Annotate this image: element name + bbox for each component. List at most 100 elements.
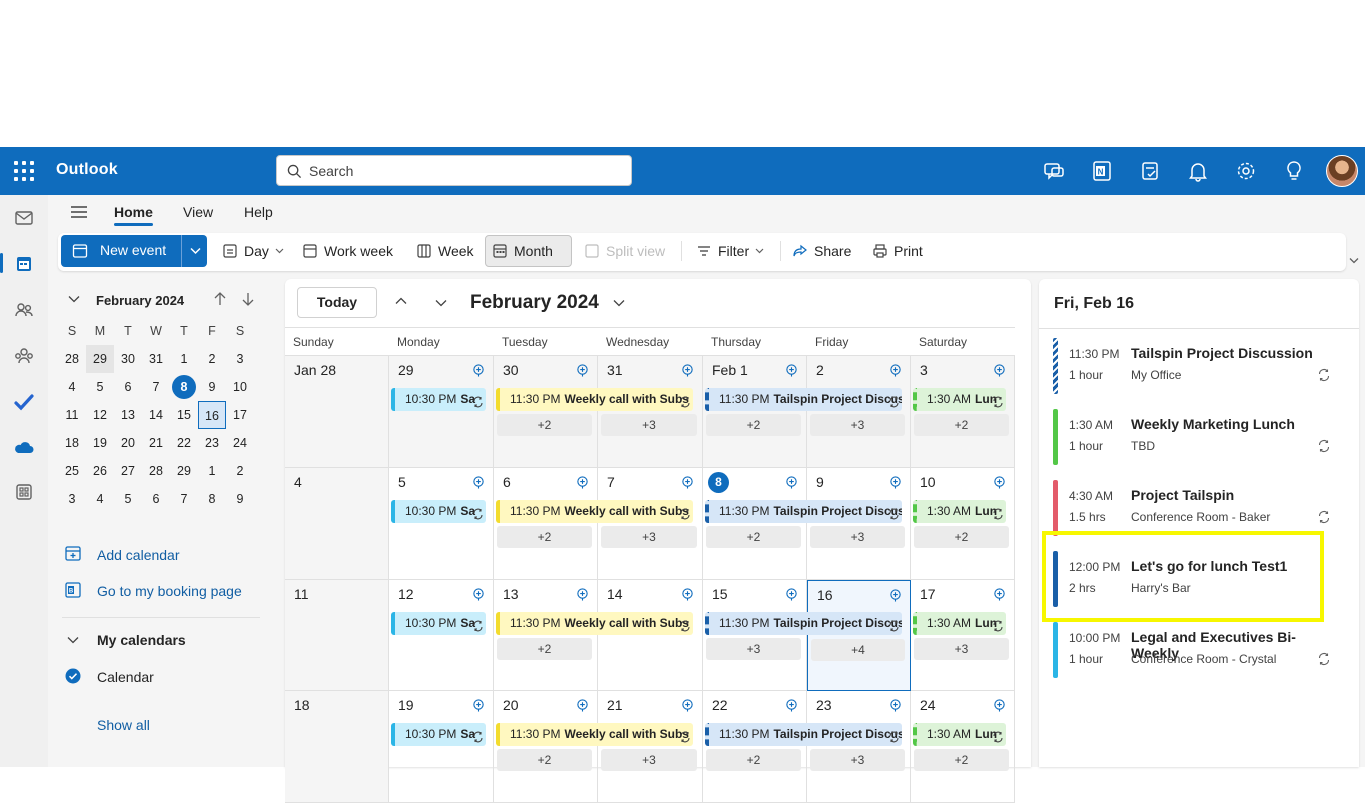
checkmark-circle-icon[interactable] [65, 668, 81, 684]
day-cell[interactable]: 31 +3 [598, 356, 703, 468]
mini-calendar-day[interactable]: 28 [142, 457, 170, 485]
tab-help[interactable]: Help [244, 204, 273, 220]
event-tue_wed[interactable]: 11:30 PM Weekly call with Subs [496, 612, 693, 635]
day-cell[interactable]: 22 +2 [703, 691, 807, 803]
mini-calendar-day[interactable]: 8 [172, 375, 196, 399]
day-cell[interactable]: 2 +3 [807, 356, 911, 468]
event-tue_wed[interactable]: 11:30 PM Weekly call with Subs [496, 500, 693, 523]
more-events-button[interactable]: +2 [497, 749, 592, 771]
event-saturday[interactable]: 1:30 AM Lun [913, 388, 1006, 411]
mini-calendar-day[interactable]: 24 [226, 429, 254, 457]
more-events-button[interactable]: +3 [601, 414, 697, 436]
mini-calendar-day[interactable]: 20 [114, 429, 142, 457]
show-all-link[interactable]: Show all [97, 717, 150, 733]
mini-calendar-day[interactable]: 11 [58, 401, 86, 429]
mini-calendar-day[interactable]: 4 [86, 485, 114, 513]
event-saturday[interactable]: 1:30 AM Lun [913, 612, 1006, 635]
add-event-icon[interactable] [576, 364, 589, 377]
add-event-icon[interactable] [785, 699, 798, 712]
add-event-icon[interactable] [993, 699, 1006, 712]
mini-calendar-day[interactable]: 15 [170, 401, 198, 429]
onenote-icon[interactable]: N [1090, 159, 1114, 183]
mini-calendar-day[interactable]: 6 [114, 373, 142, 401]
more-events-button[interactable]: +3 [914, 638, 1009, 660]
new-event-dropdown[interactable] [181, 235, 207, 267]
day-cell[interactable]: Jan 28 [285, 356, 389, 468]
mini-calendar-day[interactable]: 8 [198, 485, 226, 513]
event-tue_wed[interactable]: 11:30 PM Weekly call with Subs [496, 388, 693, 411]
app-launcher-icon[interactable] [14, 161, 34, 181]
split-view-button[interactable]: Split view [578, 235, 671, 267]
tab-view[interactable]: View [183, 204, 213, 220]
mini-calendar-day[interactable]: 5 [86, 373, 114, 401]
collapse-chevron-icon[interactable] [68, 295, 80, 303]
day-cell[interactable]: 21 +3 [598, 691, 703, 803]
avatar[interactable] [1326, 155, 1358, 187]
day-cell[interactable]: 23 +3 [807, 691, 911, 803]
settings-gear-icon[interactable] [1234, 159, 1258, 183]
day-cell[interactable]: 10 +2 [911, 468, 1015, 580]
add-event-icon[interactable] [993, 588, 1006, 601]
day-cell[interactable]: 6 +2 [494, 468, 598, 580]
booking-page-link[interactable]: Go to my booking page [97, 583, 242, 599]
mini-calendar-day[interactable]: 29 [86, 345, 114, 373]
mini-calendar-day[interactable]: 27 [114, 457, 142, 485]
event-monday[interactable]: 10:30 PM Sa [391, 723, 486, 746]
search-input[interactable]: Search [276, 155, 632, 186]
my-calendars-heading[interactable]: My calendars [97, 632, 186, 648]
day-cell[interactable]: 18 [285, 691, 389, 803]
event-monday[interactable]: 10:30 PM Sa [391, 388, 486, 411]
add-event-icon[interactable] [889, 476, 902, 489]
next-month-arrow-icon[interactable] [241, 292, 255, 306]
day-cell[interactable]: 11 [285, 580, 389, 691]
add-event-icon[interactable] [681, 364, 694, 377]
mini-calendar-day[interactable]: 1 [170, 345, 198, 373]
add-event-icon[interactable] [889, 589, 902, 602]
more-events-button[interactable]: +3 [601, 526, 697, 548]
event-saturday[interactable]: 1:30 AM Lun [913, 723, 1006, 746]
people-icon[interactable] [13, 299, 35, 321]
event-tue_wed[interactable]: 11:30 PM Weekly call with Subs [496, 723, 693, 746]
day-cell[interactable]: 20 +2 [494, 691, 598, 803]
add-event-icon[interactable] [785, 588, 798, 601]
mini-calendar-day[interactable]: 1 [198, 457, 226, 485]
previous-month-arrow-icon[interactable] [213, 292, 227, 306]
event-saturday[interactable]: 1:30 AM Lun [913, 500, 1006, 523]
mini-calendar-day[interactable]: 10 [226, 373, 254, 401]
mini-calendar-day[interactable]: 30 [114, 345, 142, 373]
add-event-icon[interactable] [576, 699, 589, 712]
lightbulb-icon[interactable] [1282, 159, 1306, 183]
print-button[interactable]: Print [866, 235, 929, 267]
mini-calendar-day[interactable]: 12 [86, 401, 114, 429]
add-event-icon[interactable] [889, 699, 902, 712]
agenda-item[interactable]: 11:30 PM 1 hour Tailspin Project Discussio… [1053, 338, 1343, 398]
agenda-item[interactable]: 10:00 PM 1 hour Legal and Executives Bi-We… [1053, 622, 1343, 682]
mini-calendar-day[interactable]: 9 [226, 485, 254, 513]
more-apps-icon[interactable] [13, 481, 35, 503]
mini-calendar-day[interactable]: 22 [170, 429, 198, 457]
more-events-button[interactable]: +2 [914, 749, 1009, 771]
event-thu_fri[interactable]: 11:30 PM Tailspin Project Discus [705, 723, 902, 746]
mini-calendar-title[interactable]: February 2024 [96, 293, 184, 308]
day-cell[interactable]: 5 [389, 468, 494, 580]
add-event-icon[interactable] [472, 476, 485, 489]
app-name[interactable]: Outlook [56, 161, 118, 179]
mini-calendar-day[interactable]: 28 [58, 345, 86, 373]
work-week-view-button[interactable]: Work week [296, 235, 399, 267]
more-events-button[interactable]: +4 [811, 639, 905, 661]
event-thu_fri[interactable]: 11:30 PM Tailspin Project Discus [705, 612, 902, 635]
day-cell[interactable]: 3 +2 [911, 356, 1015, 468]
mail-icon[interactable] [13, 207, 35, 229]
filter-button[interactable]: Filter [690, 235, 770, 267]
mini-calendar-day[interactable]: 6 [142, 485, 170, 513]
bell-icon[interactable] [1186, 159, 1210, 183]
more-events-button[interactable]: +3 [810, 526, 905, 548]
mini-calendar-day[interactable]: 9 [198, 373, 226, 401]
todo-icon[interactable] [1138, 159, 1162, 183]
mini-calendar-day[interactable]: 21 [142, 429, 170, 457]
day-cell[interactable]: 9 +3 [807, 468, 911, 580]
mini-calendar-day[interactable]: 2 [198, 345, 226, 373]
mini-calendar-day[interactable]: 7 [142, 373, 170, 401]
mini-calendar-day[interactable]: 3 [226, 345, 254, 373]
day-cell[interactable]: 17 +3 [911, 580, 1015, 691]
